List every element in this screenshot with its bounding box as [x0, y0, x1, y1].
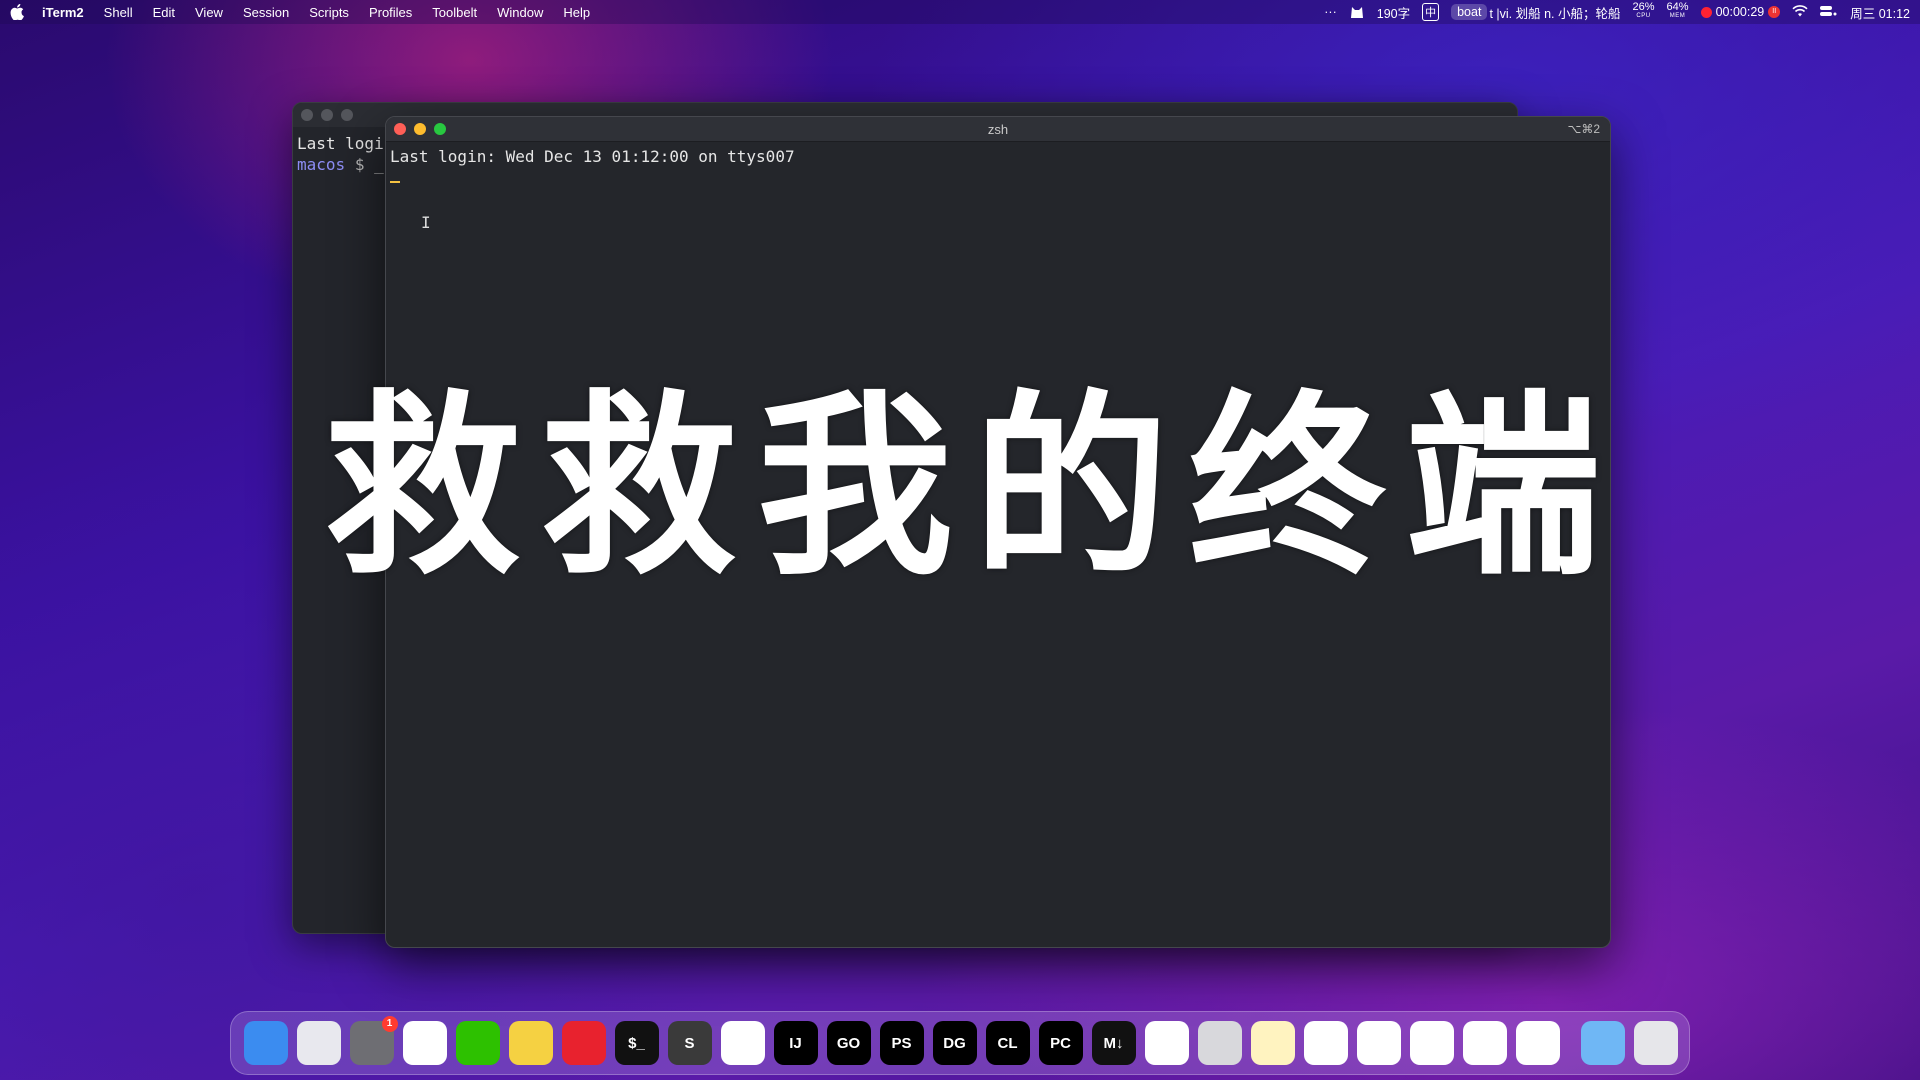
- git-icon[interactable]: [1144, 1021, 1189, 1065]
- terminal-output[interactable]: Last login: Wed Dec 13 01:12:00 on ttys0…: [386, 142, 1610, 192]
- goland-icon[interactable]: GO: [826, 1021, 871, 1065]
- intellij-label: IJ: [789, 1034, 802, 1052]
- record-icon: [1700, 6, 1712, 18]
- app-green-yellow-icon[interactable]: [508, 1021, 553, 1065]
- dictionary-definition: t |vi. 划船 n. 小船；轮船: [1489, 6, 1621, 21]
- vscode-icon[interactable]: [720, 1021, 765, 1065]
- terminal-icon[interactable]: $_: [614, 1021, 659, 1065]
- cursor-line: [390, 167, 1606, 188]
- apple-icon[interactable]: [10, 3, 24, 21]
- system-settings-icon[interactable]: 1: [349, 1016, 398, 1065]
- chrome-icon[interactable]: [402, 1021, 447, 1065]
- markdown-label: M↓: [1103, 1034, 1124, 1052]
- pycharm-label: PC: [1050, 1034, 1071, 1052]
- dictionary-word[interactable]: boat: [1451, 4, 1488, 20]
- mem-monitor[interactable]: 64% MEM: [1666, 1, 1689, 21]
- database-icon[interactable]: [1197, 1021, 1242, 1065]
- ibeam-cursor-icon: I: [421, 213, 431, 232]
- overlay-caption: 救救我的终端: [325, 374, 1622, 602]
- mem-value: 64%: [1666, 1, 1689, 13]
- pen-icon[interactable]: [1356, 1021, 1401, 1065]
- launchpad-icon[interactable]: [296, 1021, 341, 1065]
- window-title: zsh: [987, 121, 1009, 137]
- clock[interactable]: 周三 01:12: [1850, 3, 1910, 22]
- trash-icon[interactable]: [1633, 1021, 1678, 1065]
- menu-edit[interactable]: Edit: [153, 5, 175, 20]
- phpstorm-label: PS: [891, 1034, 912, 1052]
- menu-window[interactable]: Window: [497, 5, 543, 20]
- prompt-symbol: $ _: [354, 155, 384, 174]
- cpu-label: CPU: [1636, 13, 1651, 19]
- datagrip-icon[interactable]: DG: [932, 1021, 977, 1065]
- input-method-icon[interactable]: 中: [1422, 3, 1440, 21]
- last-login-line: Last login: Wed Dec 13 01:12:00 on ttys0…: [390, 147, 795, 166]
- close-button-inactive[interactable]: [301, 109, 313, 121]
- downloads-folder-icon[interactable]: [1580, 1021, 1625, 1065]
- prompt-user: macos: [297, 155, 346, 174]
- pycharm-icon[interactable]: PC: [1038, 1021, 1083, 1065]
- cpu-value: 26%: [1632, 1, 1655, 13]
- screen-recording[interactable]: 00:00:29 II: [1700, 5, 1781, 19]
- finder-icon[interactable]: [243, 1021, 288, 1065]
- pawprint-icon[interactable]: [1250, 1021, 1295, 1065]
- notification-badge: 1: [381, 1016, 398, 1032]
- acrobat-icon[interactable]: [1515, 1021, 1560, 1065]
- cpu-monitor[interactable]: 26% CPU: [1632, 1, 1655, 21]
- terminal-cursor: [390, 181, 400, 183]
- control-center-icon[interactable]: [1820, 5, 1838, 20]
- sublime-text-icon[interactable]: S: [667, 1021, 712, 1065]
- overflow-icon[interactable]: ···: [1324, 5, 1337, 19]
- blue-arrow-icon[interactable]: [1462, 1021, 1507, 1065]
- menu-app-name[interactable]: iTerm2: [42, 5, 84, 20]
- menu-view[interactable]: View: [195, 5, 223, 20]
- menu-toolbelt[interactable]: Toolbelt: [432, 5, 477, 20]
- intellij-icon[interactable]: IJ: [773, 1021, 818, 1065]
- markdown-icon[interactable]: M↓: [1091, 1021, 1136, 1065]
- record-time: 00:00:29: [1715, 5, 1765, 19]
- titlebar-front[interactable]: zsh ⌥⌘2: [386, 117, 1610, 142]
- window-shortcut: ⌥⌘2: [1567, 122, 1600, 136]
- netease-music-icon[interactable]: [561, 1021, 606, 1065]
- zoom-button-inactive[interactable]: [341, 109, 353, 121]
- mem-label: MEM: [1669, 13, 1686, 19]
- minimize-button-inactive[interactable]: [321, 109, 333, 121]
- goland-label: GO: [836, 1034, 861, 1052]
- datagrip-label: DG: [943, 1034, 966, 1052]
- wechat-icon[interactable]: [455, 1021, 500, 1065]
- menu-bar: iTerm2 Shell Edit View Session Scripts P…: [0, 0, 1920, 24]
- clion-icon[interactable]: CL: [985, 1021, 1030, 1065]
- wifi-icon[interactable]: [1792, 4, 1808, 20]
- clion-label: CL: [997, 1034, 1018, 1052]
- menu-session[interactable]: Session: [243, 5, 289, 20]
- phpstorm-icon[interactable]: PS: [879, 1021, 924, 1065]
- menu-profiles[interactable]: Profiles: [369, 5, 412, 20]
- menu-help[interactable]: Help: [563, 5, 590, 20]
- menu-scripts[interactable]: Scripts: [309, 5, 349, 20]
- sublime-text-label: S: [684, 1034, 695, 1052]
- word-count[interactable]: 190字: [1377, 3, 1410, 22]
- star-app-icon[interactable]: [1303, 1021, 1348, 1065]
- blue-square-icon[interactable]: [1409, 1021, 1454, 1065]
- dock: 1 $_ S IJ GO PS DG CL PC M↓: [230, 1011, 1690, 1075]
- pause-icon[interactable]: II: [1768, 6, 1781, 18]
- cat-icon[interactable]: [1349, 4, 1365, 21]
- menu-shell[interactable]: Shell: [104, 5, 133, 20]
- terminal-label: $_: [628, 1034, 645, 1052]
